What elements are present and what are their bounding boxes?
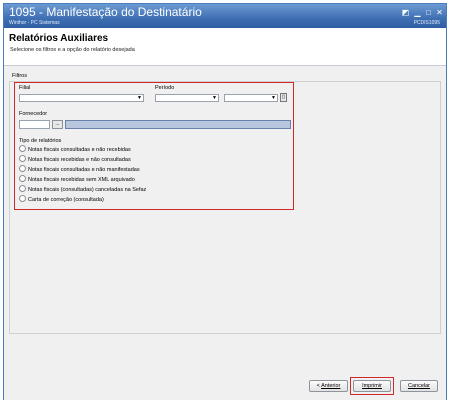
close-icon[interactable]: ✕ bbox=[435, 8, 444, 17]
fornecedor-search-button[interactable]: ... bbox=[52, 120, 63, 129]
back-button-label: Anterior bbox=[321, 383, 341, 389]
window-subtitle: Winthor - PC Sistemas bbox=[9, 20, 60, 26]
report-option-label: Notas fiscais recebidas e não consultada… bbox=[28, 157, 131, 163]
chevron-down-icon: ▼ bbox=[137, 95, 142, 101]
periodo-label: Período bbox=[155, 85, 175, 91]
routine-code: PCDIS1095 bbox=[413, 20, 440, 26]
chevron-down-icon: ▼ bbox=[212, 95, 217, 101]
application-window: 1095 - Manifestação do Destinatário Wint… bbox=[3, 3, 447, 400]
radio-icon[interactable] bbox=[19, 175, 26, 183]
title-bar: 1095 - Manifestação do Destinatário Wint… bbox=[4, 4, 446, 28]
report-option-label: Notas fiscais recebidas sem XML arquivad… bbox=[28, 177, 135, 183]
periodo-end-select[interactable]: ▼ bbox=[224, 94, 278, 102]
filters-group-label: Filtros bbox=[12, 73, 27, 79]
radio-icon[interactable] bbox=[19, 185, 26, 193]
fornecedor-code-input[interactable] bbox=[19, 120, 50, 129]
restore-icon[interactable]: ◩ bbox=[401, 8, 410, 17]
minimize-icon[interactable]: ▁ bbox=[413, 8, 422, 17]
filial-label: Filial bbox=[19, 85, 31, 91]
report-option[interactable]: Carta de correção (consultada) bbox=[19, 195, 104, 204]
report-option[interactable]: Notas fiscais recebidas sem XML arquivad… bbox=[19, 175, 135, 184]
report-option-label: Carta de correção (consultada) bbox=[28, 197, 104, 203]
report-option[interactable]: Notas fiscais consultadas e não recebida… bbox=[19, 145, 131, 154]
filial-select[interactable]: ▼ bbox=[19, 94, 144, 102]
fornecedor-label: Fornecedor bbox=[19, 111, 48, 117]
radio-icon[interactable] bbox=[19, 195, 26, 203]
radio-icon[interactable] bbox=[19, 165, 26, 173]
cancel-button[interactable]: Cancelar bbox=[400, 380, 438, 392]
window-title: 1095 - Manifestação do Destinatário bbox=[9, 5, 202, 19]
calendar-icon[interactable]: ▯ bbox=[280, 93, 287, 102]
report-option[interactable]: Notas fiscais (consultadas) canceladas n… bbox=[19, 185, 147, 194]
radio-icon[interactable] bbox=[19, 145, 26, 153]
chevron-down-icon: ▼ bbox=[271, 95, 276, 101]
report-option-label: Notas fiscais consultadas e não manifest… bbox=[28, 167, 140, 173]
page-header: Relatórios Auxiliares Selecione os filtr… bbox=[4, 28, 446, 66]
report-option-label: Notas fiscais (consultadas) canceladas n… bbox=[28, 187, 147, 193]
page-title: Relatórios Auxiliares bbox=[9, 33, 109, 44]
page-subtitle: Selecione os filtros e a opção do relató… bbox=[10, 47, 135, 53]
fornecedor-name-field bbox=[65, 120, 291, 129]
report-option-label: Notas fiscais consultadas e não recebida… bbox=[28, 147, 131, 153]
periodo-start-select[interactable]: ▼ bbox=[155, 94, 219, 102]
print-button[interactable]: Imprimir bbox=[353, 380, 391, 392]
report-option[interactable]: Notas fiscais consultadas e não manifest… bbox=[19, 165, 140, 174]
cancel-button-label: Cancelar bbox=[407, 383, 430, 389]
radio-icon[interactable] bbox=[19, 155, 26, 163]
report-option[interactable]: Notas fiscais recebidas e não consultada… bbox=[19, 155, 131, 164]
maximize-icon[interactable]: □ bbox=[424, 8, 433, 17]
content-area: Filtros Filial ▼ Período ▼ ▼ ▯ Fornecedo… bbox=[4, 66, 446, 400]
print-button-label: Imprimir bbox=[362, 383, 382, 389]
report-type-label: Tipo de relatórios bbox=[19, 138, 62, 144]
back-button[interactable]: < Anterior bbox=[309, 380, 348, 392]
